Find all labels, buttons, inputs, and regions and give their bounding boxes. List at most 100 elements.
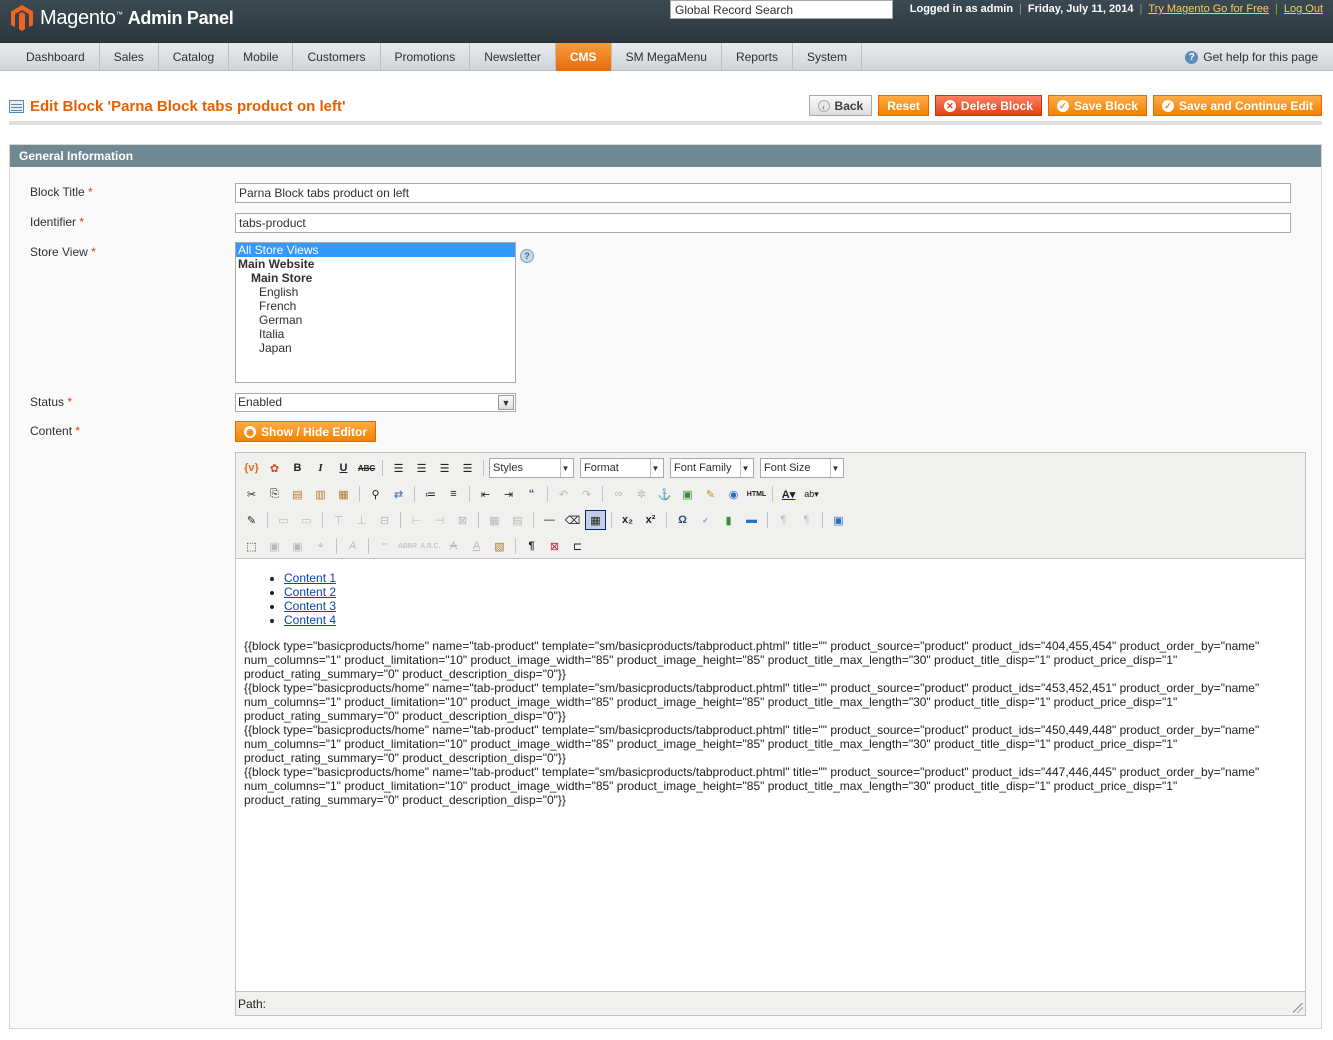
outdent-icon[interactable]: ⇤	[475, 484, 496, 504]
special-char-icon[interactable]: Ω	[672, 510, 693, 530]
nav-newsletter[interactable]: Newsletter	[470, 43, 556, 71]
help-link[interactable]: ? Get help for this page	[1185, 43, 1318, 71]
attributes-icon[interactable]: ▧	[489, 536, 510, 556]
align-center-icon[interactable]: ☰	[411, 458, 432, 478]
table-cell-props-icon[interactable]: ▭	[296, 510, 317, 530]
rtl-icon[interactable]: ¶	[796, 510, 817, 530]
store-option-french[interactable]: French	[236, 299, 515, 313]
content-1-link[interactable]: Content 1	[284, 571, 336, 585]
spellcheck-icon[interactable]: ✓	[695, 510, 716, 530]
move-backward-icon[interactable]: ▣	[287, 536, 308, 556]
blockquote-icon[interactable]: “	[521, 484, 542, 504]
nav-cms[interactable]: CMS	[555, 43, 612, 71]
insert-widget-icon[interactable]: ✿	[264, 458, 285, 478]
non-breaking-icon[interactable]: ⊠	[544, 536, 565, 556]
content-4-link[interactable]: Content 4	[284, 613, 336, 627]
anchor-icon[interactable]: ⚓	[654, 484, 675, 504]
absolute-position-icon[interactable]: ⌖	[310, 536, 331, 556]
reset-button[interactable]: Reset	[878, 95, 929, 116]
copy-icon[interactable]: ⎘	[264, 484, 285, 504]
paste-text-icon[interactable]: ▥	[310, 484, 331, 504]
visual-chars-icon[interactable]: ¶	[521, 536, 542, 556]
styles-select[interactable]: Styles ▼	[489, 458, 574, 478]
content-2-link[interactable]: Content 2	[284, 585, 336, 599]
delete-row-icon[interactable]: ⊟	[374, 510, 395, 530]
cite-icon[interactable]: “”	[374, 536, 395, 556]
cut-icon[interactable]: ✂	[241, 484, 262, 504]
numbered-list-icon[interactable]: ≡	[443, 484, 464, 504]
store-option-german[interactable]: German	[236, 313, 515, 327]
align-right-icon[interactable]: ☰	[434, 458, 455, 478]
nav-mobile[interactable]: Mobile	[229, 43, 294, 71]
save-and-continue-button[interactable]: ✓ Save and Continue Edit	[1152, 95, 1322, 116]
text-color-icon[interactable]: A▾	[778, 484, 799, 504]
insert-row-before-icon[interactable]: ⊤	[328, 510, 349, 530]
align-justify-icon[interactable]: ☰	[457, 458, 478, 478]
nav-sales[interactable]: Sales	[100, 43, 159, 71]
identifier-input[interactable]: tabs-product	[235, 213, 1291, 233]
show-hide-editor-button[interactable]: ◉ Show / Hide Editor	[235, 421, 377, 442]
logout-link[interactable]: Log Out	[1284, 3, 1323, 15]
magento-logo[interactable]: Magento™ Admin Panel	[10, 3, 234, 33]
nav-reports[interactable]: Reports	[722, 43, 793, 71]
horizontal-rule-icon[interactable]: —	[539, 510, 560, 530]
paste-word-icon[interactable]: ▦	[333, 484, 354, 504]
global-search-input[interactable]: Global Record Search	[670, 0, 893, 19]
format-select[interactable]: Format ▼	[580, 458, 664, 478]
delete-block-button[interactable]: ✕ Delete Block	[934, 95, 1042, 116]
insert-row-after-icon[interactable]: ⊥	[351, 510, 372, 530]
nav-sm-megamenu[interactable]: SM MegaMenu	[612, 43, 722, 71]
align-left-icon[interactable]: ☰	[388, 458, 409, 478]
insert-image-icon[interactable]: ▣	[677, 484, 698, 504]
try-magento-go-link[interactable]: Try Magento Go for Free	[1148, 3, 1269, 15]
bullet-list-icon[interactable]: ≔	[420, 484, 441, 504]
insert-layer-icon[interactable]: ▬	[741, 510, 762, 530]
split-cells-icon[interactable]: ▦	[484, 510, 505, 530]
insert-col-after-icon[interactable]: ⊣	[429, 510, 450, 530]
table-row-props-icon[interactable]: ▭	[273, 510, 294, 530]
undo-icon[interactable]: ↶	[553, 484, 574, 504]
unlink-icon[interactable]: ✲	[631, 484, 652, 504]
delete-col-icon[interactable]: ⊠	[452, 510, 473, 530]
insert-variable-icon[interactable]: {v}	[241, 458, 262, 478]
store-option-all[interactable]: All Store Views	[236, 243, 515, 257]
store-option-japan[interactable]: Japan	[236, 341, 515, 355]
underline-icon[interactable]: U	[333, 458, 354, 478]
html-source-icon[interactable]: HTML	[746, 484, 767, 504]
delete-text-icon[interactable]: A	[443, 536, 464, 556]
ltr-icon[interactable]: ¶	[773, 510, 794, 530]
nav-system[interactable]: System	[793, 43, 862, 71]
editor-content-area[interactable]: Content 1 Content 2 Content 3 Content 4 …	[236, 558, 1305, 991]
italic-icon[interactable]: I	[310, 458, 331, 478]
redo-icon[interactable]: ↷	[576, 484, 597, 504]
insert-media-icon[interactable]: ▮	[718, 510, 739, 530]
store-view-multiselect[interactable]: All Store Views Main Website Main Store …	[235, 242, 516, 383]
insert-text-icon[interactable]: A	[466, 536, 487, 556]
fullscreen-icon[interactable]: ▣	[828, 510, 849, 530]
style-props-icon[interactable]: A	[342, 536, 363, 556]
link-icon[interactable]: ∞	[608, 484, 629, 504]
save-block-button[interactable]: ✓ Save Block	[1047, 95, 1147, 116]
insert-layer-box-icon[interactable]: ⬚	[241, 536, 262, 556]
merge-cells-icon[interactable]: ▤	[507, 510, 528, 530]
remove-format-icon[interactable]: ⌫	[562, 510, 583, 530]
page-break-icon[interactable]: ⊏	[567, 536, 588, 556]
nav-promotions[interactable]: Promotions	[381, 43, 471, 71]
subscript-icon[interactable]: x₂	[617, 510, 638, 530]
bold-icon[interactable]: B	[287, 458, 308, 478]
back-button[interactable]: ‹ Back	[808, 95, 873, 116]
nav-dashboard[interactable]: Dashboard	[12, 43, 100, 71]
highlight-color-icon[interactable]: ab▾	[801, 484, 822, 504]
resize-handle-icon[interactable]	[1293, 1003, 1303, 1013]
strikethrough-icon[interactable]: ABC	[356, 458, 377, 478]
content-3-link[interactable]: Content 3	[284, 599, 336, 613]
font-family-select[interactable]: Font Family ▼	[670, 458, 754, 478]
superscript-icon[interactable]: x²	[640, 510, 661, 530]
insert-col-before-icon[interactable]: ⊢	[406, 510, 427, 530]
cleanup-icon[interactable]: ✎	[700, 484, 721, 504]
replace-icon[interactable]: ⇄	[388, 484, 409, 504]
help-icon[interactable]: ◉	[723, 484, 744, 504]
status-select[interactable]: Enabled ▼	[235, 393, 516, 412]
move-forward-icon[interactable]: ▣	[264, 536, 285, 556]
indent-icon[interactable]: ⇥	[498, 484, 519, 504]
